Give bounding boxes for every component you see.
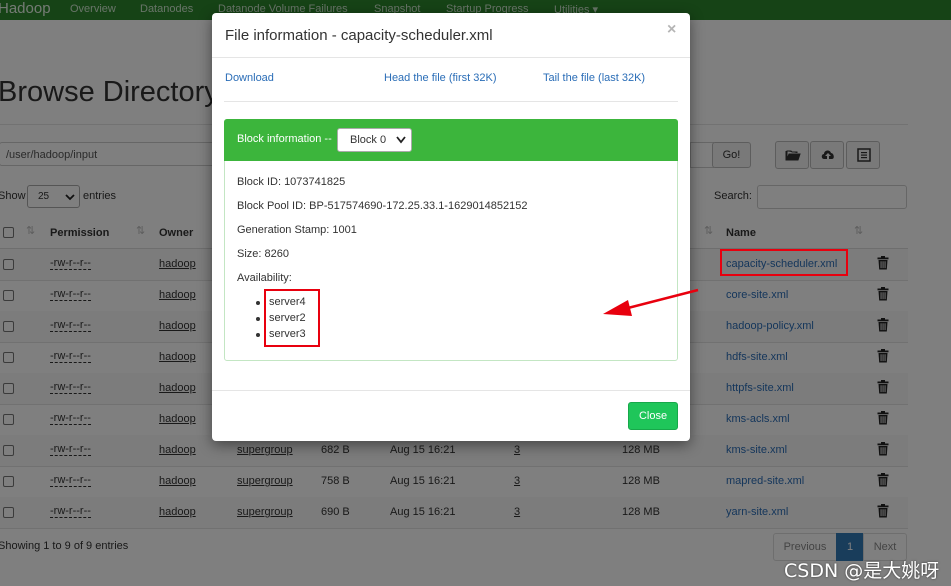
annotation-arrow bbox=[603, 288, 699, 316]
annotation-arrowhead bbox=[603, 300, 632, 316]
annotation-arrow-line bbox=[619, 288, 699, 312]
csdn-watermark: CSDN @是大姚呀 bbox=[784, 560, 940, 582]
